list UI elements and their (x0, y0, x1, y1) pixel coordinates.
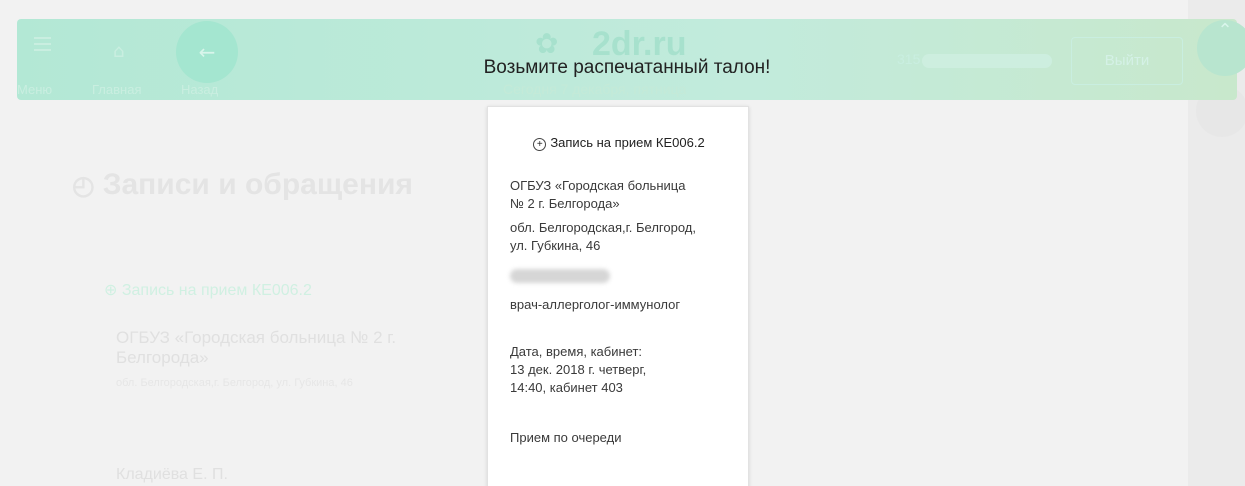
home-icon[interactable]: ⌂ (113, 41, 137, 65)
menu-label[interactable]: Меню (17, 82, 52, 97)
ticket-specialty: врач-аллерголог-иммунолог (510, 297, 681, 312)
back-arrow-icon[interactable]: ← (176, 21, 238, 83)
ticket-datetime-date: 13 дек. 2018 г. четверг, (510, 362, 647, 377)
ticket-addr-line2: ул. Губкина, 46 (510, 238, 601, 253)
ticket-datetime-label: Дата, время, кабинет: (510, 344, 643, 359)
logo-icon: ✿ (535, 27, 559, 60)
ticket-org: ОГБУЗ «Городская больница № 2 г. Белгоро… (510, 177, 735, 213)
appointment-plus-icon: + (533, 138, 547, 151)
ticket-title-text: Запись на прием КЕ006.2 (550, 135, 705, 150)
back-label[interactable]: Назад (181, 82, 218, 97)
user-code: 315 (897, 51, 921, 67)
appointment-link-text: Запись на прием КЕ006.2 (121, 282, 312, 299)
section-title: ◴ Записи и обращения (72, 168, 413, 202)
menu-icon[interactable] (17, 37, 67, 67)
history-icon: ◴ (72, 170, 95, 200)
current-date: Сегодня 7 декабря, пятница (503, 81, 687, 97)
appointment-link[interactable]: ⊕ Запись на прием КЕ006.2 (104, 280, 312, 300)
logout-button[interactable]: Выйти (1071, 37, 1183, 85)
home-label[interactable]: Главная (92, 82, 141, 97)
ticket-title: + Запись на прием КЕ006.2 (488, 135, 750, 151)
ticket-datetime-room: 14:40, кабинет 403 (510, 380, 623, 395)
doctor-name-blurred (510, 269, 610, 283)
user-name-blurred (922, 54, 1052, 68)
section-title-text: Записи и обращения (102, 168, 413, 201)
scroll-up-icon[interactable]: ⌃ (1197, 20, 1245, 76)
org-name: ОГБУЗ «Городская больница № 2 г. Белгоро… (116, 328, 397, 367)
ticket-queue: Прием по очереди (510, 430, 622, 445)
ticket-org-line1: ОГБУЗ «Городская больница (510, 178, 686, 193)
printed-ticket: + Запись на прием КЕ006.2 ОГБУЗ «Городска… (487, 106, 749, 486)
header-bar: Меню ⌂ Главная ← Назад ✿ 2dr.ru Сегодня … (17, 19, 1245, 100)
doctor-name: Кладиёва Е. П. (116, 466, 228, 483)
ticket-addr-line1: обл. Белгородская,г. Белгород, (510, 220, 696, 235)
ticket-org-line2: № 2 г. Белгорода» (510, 196, 620, 211)
ticket-address: обл. Белгородская,г. Белгород, ул. Губки… (510, 219, 735, 255)
logo-text: 2dr.ru (592, 25, 687, 63)
org-address: обл. Белгородская,г. Белгород, ул. Губки… (116, 377, 353, 389)
